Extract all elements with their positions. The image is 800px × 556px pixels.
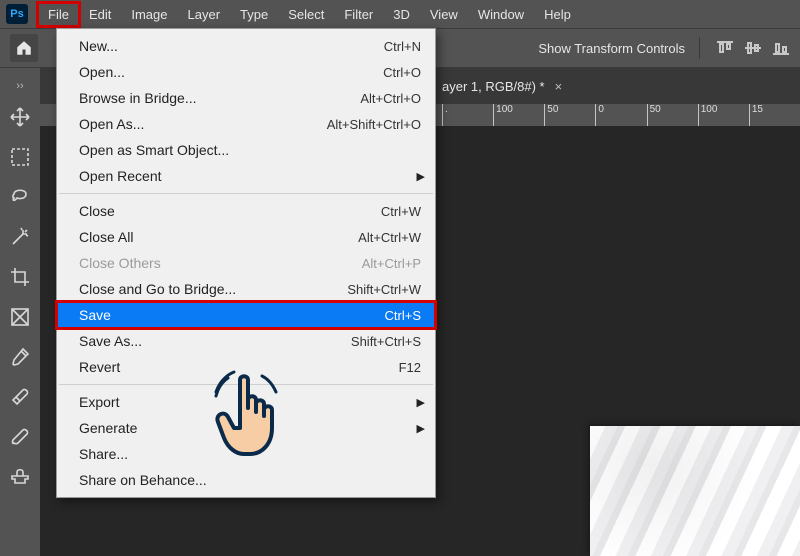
frame-tool-icon: [9, 306, 31, 328]
menu-item-shortcut: Ctrl+S: [385, 308, 421, 323]
menu-item-shortcut: Shift+Ctrl+W: [347, 282, 421, 297]
submenu-arrow-icon: ▶: [417, 170, 425, 183]
document-image: [590, 426, 800, 556]
menu-item-shortcut: Ctrl+N: [384, 39, 421, 54]
menu-item-new[interactable]: New...Ctrl+N: [57, 33, 435, 59]
menu-item-open-recent[interactable]: Open Recent▶: [57, 163, 435, 189]
eyedropper-tool[interactable]: [5, 342, 35, 372]
menu-item-shortcut: Alt+Ctrl+W: [358, 230, 421, 245]
menu-item-label: Open As...: [79, 116, 327, 132]
menu-item-open[interactable]: Open...Ctrl+O: [57, 59, 435, 85]
menu-item-open-as[interactable]: Open As...Alt+Shift+Ctrl+O: [57, 111, 435, 137]
menu-item-shortcut: Alt+Ctrl+O: [360, 91, 421, 106]
menu-type[interactable]: Type: [230, 3, 278, 26]
show-transform-label: Show Transform Controls: [538, 41, 685, 56]
marquee-tool-icon: [9, 146, 31, 168]
menu-bar: Ps FileEditImageLayerTypeSelectFilter3DV…: [0, 0, 800, 28]
cursor-hand-icon: [210, 370, 284, 460]
menu-edit[interactable]: Edit: [79, 3, 121, 26]
menu-item-label: Close: [79, 203, 381, 219]
clone-stamp-tool[interactable]: [5, 462, 35, 492]
app-logo: Ps: [6, 4, 28, 24]
menu-item-label: Save As...: [79, 333, 351, 349]
menu-item-open-as-smart-object[interactable]: Open as Smart Object...: [57, 137, 435, 163]
menu-window[interactable]: Window: [468, 3, 534, 26]
align-middle-button[interactable]: [742, 37, 764, 59]
menu-item-label: Close All: [79, 229, 358, 245]
document-tab-title[interactable]: ayer 1, RGB/8#) *: [442, 79, 545, 94]
menu-item-label: Save: [79, 307, 385, 323]
ruler-tick: 15: [749, 104, 800, 126]
magic-wand-tool[interactable]: [5, 222, 35, 252]
crop-tool-icon: [9, 266, 31, 288]
brush-tool[interactable]: [5, 422, 35, 452]
brush-tool-icon: [9, 426, 31, 448]
submenu-arrow-icon: ▶: [417, 422, 425, 435]
menu-item-label: Close and Go to Bridge...: [79, 281, 347, 297]
lasso-tool[interactable]: [5, 182, 35, 212]
ruler-tick: 0: [595, 104, 646, 126]
align-bottom-button[interactable]: [770, 37, 792, 59]
panel-expander-icon[interactable]: ››: [11, 80, 29, 90]
menu-item-shortcut: Alt+Ctrl+P: [362, 256, 421, 271]
ruler-tick: .: [442, 104, 493, 126]
healing-brush-tool-icon: [9, 386, 31, 408]
menu-file[interactable]: File: [38, 3, 79, 26]
menu-item-shortcut: Shift+Ctrl+S: [351, 334, 421, 349]
menu-image[interactable]: Image: [121, 3, 177, 26]
menu-item-label: Open Recent: [79, 168, 421, 184]
menu-item-close-all[interactable]: Close AllAlt+Ctrl+W: [57, 224, 435, 250]
menu-item-share-on-behance[interactable]: Share on Behance...: [57, 467, 435, 493]
menu-item-shortcut: F12: [399, 360, 421, 375]
crop-tool[interactable]: [5, 262, 35, 292]
tool-panel: ››: [0, 68, 40, 492]
menu-item-label: Open...: [79, 64, 383, 80]
ruler-tick: 50: [544, 104, 595, 126]
menu-item-shortcut: Alt+Shift+Ctrl+O: [327, 117, 421, 132]
home-icon: [15, 39, 33, 57]
menu-item-label: Browse in Bridge...: [79, 90, 360, 106]
menu-item-label: Open as Smart Object...: [79, 142, 421, 158]
submenu-arrow-icon: ▶: [417, 396, 425, 409]
menu-filter[interactable]: Filter: [334, 3, 383, 26]
menu-item-browse-in-bridge[interactable]: Browse in Bridge...Alt+Ctrl+O: [57, 85, 435, 111]
align-buttons: [699, 37, 792, 59]
menu-item-label: New...: [79, 38, 384, 54]
close-tab-button[interactable]: ×: [555, 79, 563, 94]
ruler-tick: 100: [493, 104, 544, 126]
menu-item-save[interactable]: SaveCtrl+S: [57, 302, 435, 328]
menu-3d[interactable]: 3D: [383, 3, 420, 26]
marquee-tool[interactable]: [5, 142, 35, 172]
move-tool-icon: [9, 106, 31, 128]
menu-item-save-as[interactable]: Save As...Shift+Ctrl+S: [57, 328, 435, 354]
eyedropper-tool-icon: [9, 346, 31, 368]
ruler-tick: 100: [698, 104, 749, 126]
frame-tool[interactable]: [5, 302, 35, 332]
menu-item-shortcut: Ctrl+W: [381, 204, 421, 219]
healing-brush-tool[interactable]: [5, 382, 35, 412]
menu-item-close[interactable]: CloseCtrl+W: [57, 198, 435, 224]
ruler-tick: 50: [647, 104, 698, 126]
menu-layer[interactable]: Layer: [178, 3, 231, 26]
menu-item-label: Share on Behance...: [79, 472, 421, 488]
menu-item-close-others: Close OthersAlt+Ctrl+P: [57, 250, 435, 276]
align-top-button[interactable]: [714, 37, 736, 59]
lasso-tool-icon: [9, 186, 31, 208]
clone-stamp-tool-icon: [9, 466, 31, 488]
menu-item-label: Close Others: [79, 255, 362, 271]
menu-view[interactable]: View: [420, 3, 468, 26]
menu-select[interactable]: Select: [278, 3, 334, 26]
menu-item-close-and-go-to-bridge[interactable]: Close and Go to Bridge...Shift+Ctrl+W: [57, 276, 435, 302]
menu-help[interactable]: Help: [534, 3, 581, 26]
magic-wand-tool-icon: [9, 226, 31, 248]
home-button[interactable]: [10, 34, 38, 62]
menu-item-shortcut: Ctrl+O: [383, 65, 421, 80]
move-tool[interactable]: [5, 102, 35, 132]
menu-separator: [59, 193, 433, 194]
